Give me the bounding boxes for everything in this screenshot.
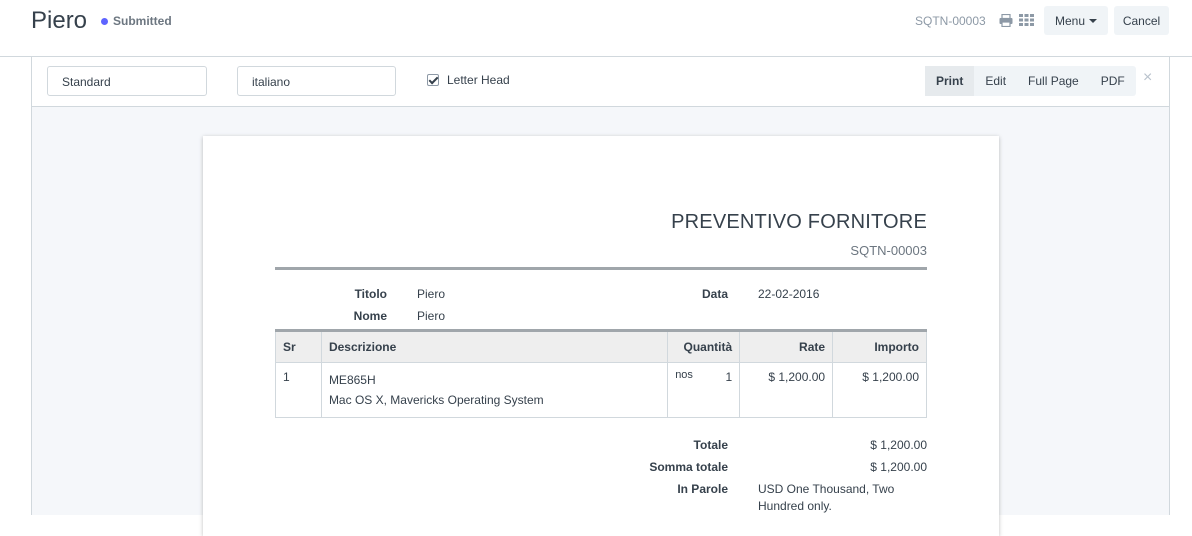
status-dot-icon — [101, 17, 108, 25]
titolo-value: Piero — [417, 287, 446, 301]
totale-label: Totale — [693, 438, 728, 452]
cancel-button[interactable]: Cancel — [1114, 6, 1169, 35]
document-name: SQTN-00003 — [915, 14, 986, 28]
document-number: SQTN-00003 — [850, 243, 927, 258]
print-format-select[interactable]: Standard — [47, 66, 207, 96]
page-title: Piero — [31, 7, 88, 34]
somma-totale-label: Somma totale — [649, 460, 728, 474]
column-header-rate: Rate — [739, 329, 834, 363]
letter-head-label: Letter Head — [447, 73, 510, 87]
item-code: ME865H — [328, 373, 376, 387]
column-header-sr: Sr — [275, 329, 322, 363]
letter-head-toggle[interactable]: Letter Head — [427, 73, 510, 87]
edit-button[interactable]: Edit — [974, 66, 1017, 96]
totale-value: $ 1,200.00 — [870, 438, 927, 452]
row-sr: 1 — [275, 362, 322, 418]
row-amount: $ 1,200.00 — [832, 362, 927, 418]
row-qty-cell: nos 1 — [667, 362, 741, 418]
menu-button-label: Menu — [1054, 13, 1086, 28]
items-table: Sr Descrizione Quantità Rate Importo 1 M… — [275, 329, 927, 418]
print-actions: Print Edit Full Page PDF — [925, 66, 1136, 96]
table-header-row: Sr Descrizione Quantità Rate Importo — [275, 329, 927, 363]
letter-head-checkbox[interactable] — [427, 74, 439, 86]
grid-icon[interactable] — [1019, 14, 1034, 26]
titolo-label: Titolo — [354, 287, 387, 301]
somma-totale-value: $ 1,200.00 — [870, 460, 927, 474]
document-heading: PREVENTIVO FORNITORE — [671, 211, 927, 233]
menu-button[interactable]: Menu — [1044, 6, 1108, 35]
row-description-cell: ME865H Mac OS X, Mavericks Operating Sys… — [320, 362, 669, 418]
language-select[interactable]: italiano — [237, 66, 396, 96]
in-parole-label: In Parole — [677, 482, 728, 496]
close-icon[interactable]: × — [1143, 69, 1152, 87]
page-header: Piero Submitted SQTN-00003 Menu Cancel — [0, 0, 1192, 57]
item-description: Mac OS X, Mavericks Operating System — [328, 393, 544, 407]
pdf-button[interactable]: PDF — [1090, 66, 1136, 96]
data-value: 22-02-2016 — [758, 287, 820, 301]
print-sheet: PREVENTIVO FORNITORE SQTN-00003 Titolo P… — [203, 136, 999, 536]
printer-icon[interactable] — [999, 14, 1013, 27]
column-header-descrizione: Descrizione — [320, 329, 669, 363]
row-rate: $ 1,200.00 — [739, 362, 834, 418]
item-qty: 1 — [725, 370, 733, 384]
in-parole-value: USD One Thousand, Two Hundred only. — [758, 482, 895, 513]
column-header-quantita: Quantità — [667, 329, 741, 363]
print-button[interactable]: Print — [925, 66, 975, 96]
column-header-importo: Importo — [832, 329, 927, 363]
nome-value: Piero — [417, 309, 446, 323]
item-uom: nos — [675, 369, 693, 381]
table-row: 1 ME865H Mac OS X, Mavericks Operating S… — [275, 362, 927, 418]
data-label: Data — [701, 287, 728, 301]
caret-down-icon — [1089, 18, 1098, 23]
status-indicator: Submitted — [101, 14, 172, 28]
print-toolbar: Standard italiano Letter Head Print Edit… — [31, 57, 1170, 107]
heading-divider — [275, 267, 927, 270]
nome-label: Nome — [353, 309, 387, 323]
full-page-button[interactable]: Full Page — [1017, 66, 1090, 96]
status-label: Submitted — [113, 14, 172, 28]
